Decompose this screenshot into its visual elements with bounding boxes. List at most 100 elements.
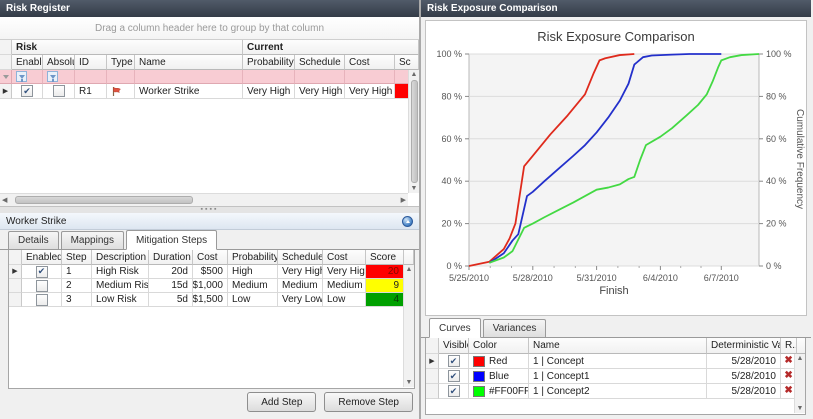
- hscroll-thumb[interactable]: [15, 196, 193, 204]
- deterministic-value-cell[interactable]: 5/28/2010: [707, 384, 781, 399]
- filter-type[interactable]: [107, 70, 135, 84]
- curve-color-cell[interactable]: #FF00FF00: [469, 384, 529, 399]
- pin-icon[interactable]: [402, 216, 413, 227]
- step-probability[interactable]: Medium: [228, 279, 278, 293]
- step-description[interactable]: Medium Risk: [92, 279, 149, 293]
- remove-curve-icon[interactable]: ✖: [784, 371, 792, 381]
- step-schedule[interactable]: Very Low: [278, 293, 323, 307]
- col-visible[interactable]: Visible: [439, 338, 469, 354]
- col-type[interactable]: Type: [107, 55, 135, 70]
- mitigation-vscrollbar[interactable]: ▲ ▼: [403, 265, 414, 387]
- enabled-checkbox[interactable]: [21, 85, 33, 97]
- step-cost[interactable]: $1,000: [193, 279, 228, 293]
- scroll-down-icon[interactable]: ▼: [406, 379, 413, 386]
- step-cost[interactable]: $500: [193, 265, 228, 279]
- col-deterministic-value[interactable]: Deterministic Value: [707, 338, 781, 354]
- deterministic-value-cell[interactable]: 5/28/2010: [707, 354, 781, 369]
- step-probability[interactable]: High: [228, 265, 278, 279]
- step-score[interactable]: 20: [366, 265, 404, 279]
- tab-mappings[interactable]: Mappings: [61, 231, 124, 249]
- step-score[interactable]: 4: [366, 293, 404, 307]
- risk-id-cell[interactable]: R1: [75, 84, 107, 99]
- risk-grid-vscrollbar[interactable]: ▲ ▼: [408, 70, 419, 193]
- risk-grid-hscrollbar[interactable]: ◀ ▶: [0, 193, 408, 206]
- risk-row[interactable]: ▶ R1 Worker Strike Very High Very High V…: [0, 84, 419, 99]
- step-duration[interactable]: 5d: [149, 293, 193, 307]
- risk-schedule-cell[interactable]: Very High: [295, 84, 345, 99]
- risk-probability-cell[interactable]: Very High: [243, 84, 295, 99]
- col-cost[interactable]: Cost: [193, 250, 228, 265]
- group-by-bar[interactable]: Drag a column header here to group by th…: [0, 17, 419, 40]
- remove-step-button[interactable]: Remove Step: [324, 392, 413, 412]
- col-absolute[interactable]: Absolu...: [43, 55, 75, 70]
- col-schedule[interactable]: Schedule: [278, 250, 323, 265]
- step-cost2[interactable]: Very High: [323, 265, 366, 279]
- visible-checkbox[interactable]: [448, 370, 460, 382]
- add-step-button[interactable]: Add Step: [247, 392, 316, 412]
- filter-id[interactable]: [75, 70, 107, 84]
- col-name[interactable]: Name: [135, 55, 243, 70]
- col-duration[interactable]: Duration: [149, 250, 193, 265]
- scroll-up-icon[interactable]: ▲: [797, 355, 804, 362]
- col-probability[interactable]: Probability: [243, 55, 295, 70]
- remove-curve-icon[interactable]: ✖: [784, 356, 792, 366]
- curves-vscrollbar[interactable]: ▲ ▼: [794, 354, 805, 413]
- band-risk[interactable]: Risk: [12, 40, 243, 55]
- curve-row[interactable]: #FF00FF00 1 | Concept2 5/28/2010 ✖: [426, 384, 805, 399]
- curve-color-cell[interactable]: Blue: [469, 369, 529, 384]
- curve-name-cell[interactable]: 1 | Concept2: [529, 384, 707, 399]
- filter-schedule[interactable]: [295, 70, 345, 84]
- risk-type-cell[interactable]: [107, 84, 135, 99]
- filter-icon[interactable]: [47, 71, 58, 82]
- tab-variances[interactable]: Variances: [483, 319, 547, 337]
- curve-name-cell[interactable]: 1 | Concept: [529, 354, 707, 369]
- filter-absolute[interactable]: [43, 70, 75, 84]
- col-id[interactable]: ID: [75, 55, 107, 70]
- scroll-up-icon[interactable]: ▲: [411, 71, 418, 78]
- col-score[interactable]: Score: [366, 250, 404, 265]
- tab-details[interactable]: Details: [8, 231, 59, 249]
- col-step[interactable]: Step: [62, 250, 92, 265]
- scroll-left-icon[interactable]: ◀: [2, 197, 7, 204]
- risk-enabled-cell[interactable]: [12, 84, 43, 99]
- step-number[interactable]: 1: [62, 265, 92, 279]
- col-name[interactable]: Name: [529, 338, 707, 354]
- col-color[interactable]: Color: [469, 338, 529, 354]
- scroll-up-icon[interactable]: ▲: [406, 266, 413, 273]
- step-cost2[interactable]: Low: [323, 293, 366, 307]
- step-number[interactable]: 3: [62, 293, 92, 307]
- filter-cost[interactable]: [345, 70, 395, 84]
- visible-checkbox[interactable]: [448, 385, 460, 397]
- col-cost2[interactable]: Cost: [323, 250, 366, 265]
- step-enabled-checkbox[interactable]: [36, 266, 48, 278]
- step-score[interactable]: 9: [366, 279, 404, 293]
- scroll-right-icon[interactable]: ▶: [401, 197, 406, 204]
- deterministic-value-cell[interactable]: 5/28/2010: [707, 369, 781, 384]
- mitigation-row[interactable]: 3 Low Risk 5d $1,500 Low Very Low Low 4: [9, 293, 414, 307]
- step-cost[interactable]: $1,500: [193, 293, 228, 307]
- col-enabled[interactable]: Enabled: [22, 250, 62, 265]
- scroll-down-icon[interactable]: ▼: [797, 405, 804, 412]
- curve-color-cell[interactable]: Red: [469, 354, 529, 369]
- step-description[interactable]: Low Risk: [92, 293, 149, 307]
- filter-probability[interactable]: [243, 70, 295, 84]
- visible-checkbox[interactable]: [448, 355, 460, 367]
- scroll-down-icon[interactable]: ▼: [411, 185, 418, 192]
- step-enabled-checkbox[interactable]: [36, 280, 48, 292]
- step-duration[interactable]: 15d: [149, 279, 193, 293]
- col-schedule[interactable]: Schedule: [295, 55, 345, 70]
- col-score[interactable]: Sc: [395, 55, 419, 70]
- band-current[interactable]: Current: [243, 40, 419, 55]
- step-cost2[interactable]: Medium: [323, 279, 366, 293]
- risk-name-cell[interactable]: Worker Strike: [135, 84, 243, 99]
- step-probability[interactable]: Low: [228, 293, 278, 307]
- remove-curve-icon[interactable]: ✖: [784, 386, 792, 396]
- col-remove[interactable]: R...: [781, 338, 797, 354]
- col-description[interactable]: Description: [92, 250, 149, 265]
- col-cost[interactable]: Cost: [345, 55, 395, 70]
- step-number[interactable]: 2: [62, 279, 92, 293]
- step-schedule[interactable]: Very High: [278, 265, 323, 279]
- filter-enabled[interactable]: [12, 70, 43, 84]
- tab-mitigation-steps[interactable]: Mitigation Steps: [126, 230, 217, 250]
- col-enabled[interactable]: Enabled: [12, 55, 43, 70]
